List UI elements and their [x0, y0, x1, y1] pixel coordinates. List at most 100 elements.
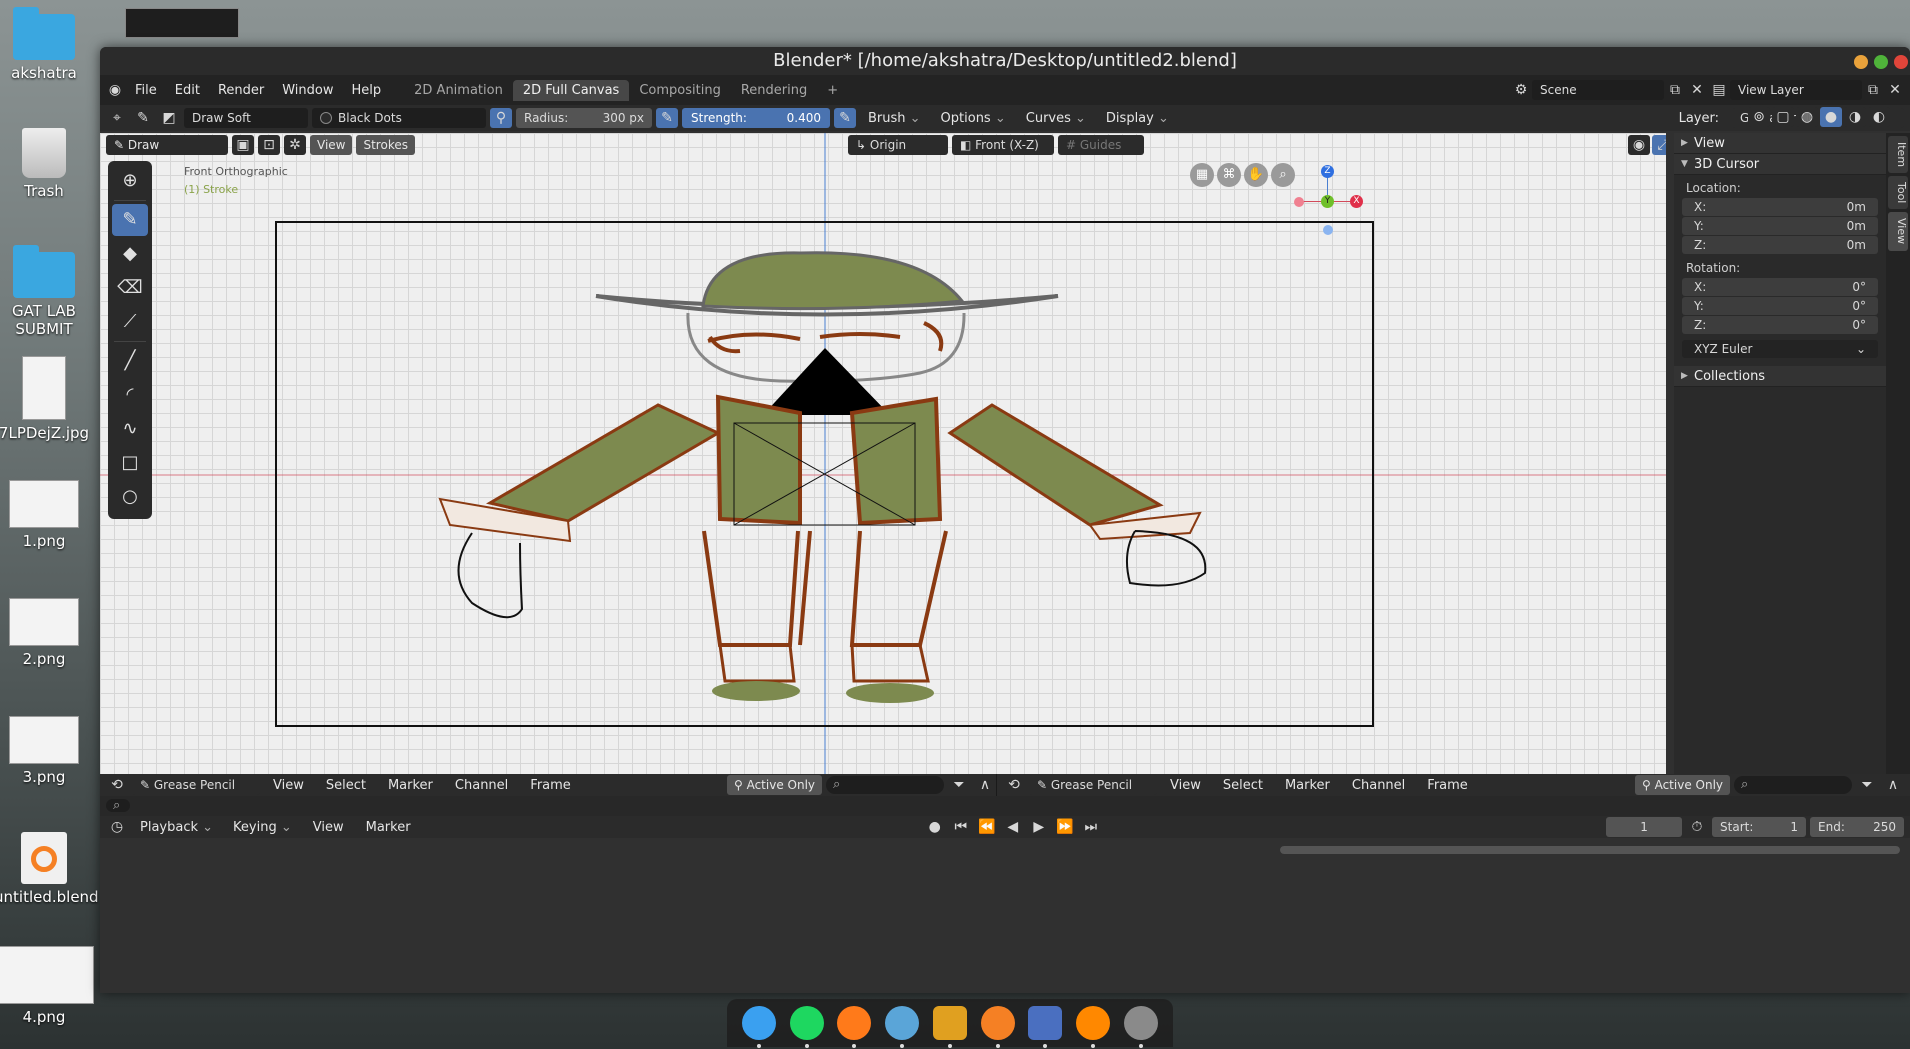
tab-2d-full-canvas[interactable]: 2D Full Canvas [512, 79, 630, 101]
editor-type-icon[interactable]: ⟲ [1003, 775, 1025, 795]
horizontal-scrollbar-2[interactable] [1280, 846, 1900, 854]
snap-icon[interactable]: ∧ [974, 775, 996, 795]
snap-icon[interactable]: ∧ [1882, 775, 1904, 795]
camera-icon[interactable]: ⌘ [1217, 163, 1241, 187]
next-keyframe-icon[interactable]: ⏩ [1054, 817, 1076, 837]
cursor-tool[interactable]: ⊕ [112, 165, 148, 197]
scene-selector[interactable]: Scene [1532, 80, 1664, 100]
tab-rendering[interactable]: Rendering [731, 80, 817, 101]
xray-icon[interactable]: ▢ [1772, 107, 1794, 127]
x-axis-icon[interactable]: X [1350, 195, 1363, 208]
dopesheet-select-menu[interactable]: Select [317, 778, 375, 793]
radius-pressure-icon[interactable]: ✎ [656, 108, 678, 128]
chromium-icon[interactable] [885, 1006, 920, 1048]
view-layer-selector[interactable]: View Layer [1730, 80, 1862, 100]
arc-tool[interactable]: ◜ [112, 379, 148, 411]
dopesheet-frame-menu[interactable]: Frame [521, 778, 580, 793]
active-only-toggle[interactable]: ⚲ Active Only [726, 775, 822, 795]
menu-window[interactable]: Window [273, 83, 342, 98]
rotation-z-field[interactable]: Z: 0° [1682, 316, 1878, 334]
location-x-field[interactable]: X: 0m [1682, 198, 1878, 216]
panel-collections[interactable]: Collections [1674, 366, 1886, 387]
desktop-icon-3png[interactable]: 3.png [0, 716, 94, 786]
brush-selector[interactable]: Draw Soft [184, 108, 308, 128]
solid-shading-icon[interactable]: ● [1820, 107, 1842, 127]
toggle-camera-view-icon[interactable]: ▦ [1190, 163, 1214, 187]
y-axis-icon[interactable]: Y [1321, 195, 1334, 208]
curve-tool[interactable]: ∿ [112, 413, 148, 445]
brush-preview-icon[interactable]: ◩ [158, 108, 180, 128]
close-button[interactable] [1894, 55, 1908, 69]
timeline-marker-menu[interactable]: Marker [357, 820, 420, 835]
desktop-icon-untitled-blend[interactable]: untitled.blend [0, 832, 99, 906]
desktop-icon-1png[interactable]: 1.png [0, 480, 94, 550]
launchpad-icon[interactable] [1124, 1006, 1158, 1048]
menu-file[interactable]: File [126, 83, 166, 98]
display-menu[interactable]: Display [1098, 111, 1177, 126]
box-tool[interactable]: □ [112, 447, 148, 479]
location-z-field[interactable]: Z: 0m [1682, 236, 1878, 254]
active-only-toggle-2[interactable]: ⚲ Active Only [1634, 775, 1730, 795]
tab-view[interactable]: View [1888, 212, 1908, 251]
jump-end-icon[interactable]: ⏭ [1080, 817, 1102, 837]
tab-compositing[interactable]: Compositing [629, 80, 731, 101]
neg-z-axis-icon[interactable] [1323, 225, 1333, 235]
curves-menu[interactable]: Curves [1018, 111, 1094, 126]
tab-2d-animation[interactable]: 2D Animation [404, 80, 513, 101]
start-frame-field[interactable]: Start: 1 [1712, 817, 1807, 837]
material-shading-icon[interactable]: ◑ [1844, 107, 1866, 127]
radius-slider[interactable]: Radius: 300 px [516, 108, 652, 128]
desktop-icon-7lpdejz[interactable]: 7LPDejZ.jpg [0, 356, 94, 442]
view-layer-icon[interactable]: ▤ [1708, 80, 1730, 100]
window-thumbnail[interactable] [125, 8, 239, 38]
dopesheet-channel-menu[interactable]: Channel [446, 778, 517, 793]
overlay-icon[interactable]: ⊚ [1748, 107, 1770, 127]
strength-pressure-icon[interactable]: ✎ [834, 108, 856, 128]
fill-tool[interactable]: ◆ [112, 238, 148, 270]
spotify-icon[interactable] [789, 1006, 824, 1048]
brush-menu[interactable]: Brush [860, 111, 929, 126]
tint-tool[interactable]: ⟋ [112, 306, 148, 338]
filter-icon[interactable]: ⏷ [1856, 775, 1878, 795]
menu-edit[interactable]: Edit [166, 83, 209, 98]
end-frame-field[interactable]: End: 250 [1810, 817, 1905, 837]
desktop-icon-gat-lab-submit[interactable]: GAT LAB SUBMIT [0, 245, 94, 338]
vlc-icon[interactable] [1076, 1006, 1111, 1048]
files-icon[interactable] [1028, 1006, 1063, 1048]
3d-viewport[interactable]: ✎ Draw ▣ ⊡ ✲ View Strokes ↳ Origin ◧ Fro… [100, 133, 1666, 774]
erase-tool[interactable]: ⌫ [112, 272, 148, 304]
rendered-shading-icon[interactable]: ◐ [1868, 107, 1890, 127]
rotation-x-field[interactable]: X: 0° [1682, 278, 1878, 296]
material-selector[interactable]: Black Dots [312, 108, 486, 128]
location-y-field[interactable]: Y: 0m [1682, 217, 1878, 235]
play-icon[interactable]: ▶ [1028, 817, 1050, 837]
panel-view[interactable]: View [1674, 133, 1886, 154]
dopesheet-mode-selector[interactable]: ✎ Grease Pencil [132, 775, 260, 795]
play-reverse-icon[interactable]: ◀ [1002, 817, 1024, 837]
blender-logo-icon[interactable]: ◉ [104, 80, 126, 100]
prev-keyframe-icon[interactable]: ⏪ [976, 817, 998, 837]
keying-menu[interactable]: Keying [225, 820, 300, 835]
axis-gizmo[interactable]: Z Y X [1294, 163, 1364, 235]
dopesheet-channel-menu-2[interactable]: Channel [1343, 778, 1414, 793]
delete-view-layer-icon[interactable]: ✕ [1884, 80, 1906, 100]
clock-icon[interactable]: ◷ [106, 817, 128, 837]
circle-tool[interactable]: ○ [112, 481, 148, 513]
filter-icon[interactable]: ⏷ [948, 775, 970, 795]
new-scene-icon[interactable]: ⧉ [1664, 80, 1686, 100]
firefox-icon[interactable] [837, 1006, 872, 1048]
desktop-icon-4png[interactable]: 4.png [0, 946, 94, 1026]
dopesheet-frame-menu-2[interactable]: Frame [1418, 778, 1477, 793]
brush-icon[interactable]: ✎ [132, 108, 154, 128]
micro-icon[interactable] [932, 1006, 967, 1048]
blender-icon[interactable] [980, 1006, 1015, 1048]
scene-icon[interactable]: ⚙ [1510, 80, 1532, 100]
hand-pan-icon[interactable]: ✋ [1244, 163, 1268, 187]
canvas-drawing[interactable] [100, 133, 1666, 774]
jump-start-icon[interactable]: ⏮ [950, 817, 972, 837]
title-bar[interactable]: Blender* [/home/akshatra/Desktop/untitle… [100, 47, 1910, 75]
desktop-icon-trash[interactable]: Trash [0, 128, 94, 200]
channel-search-input[interactable] [106, 799, 130, 812]
record-icon[interactable]: ● [924, 817, 946, 837]
neg-x-axis-icon[interactable] [1294, 197, 1304, 207]
